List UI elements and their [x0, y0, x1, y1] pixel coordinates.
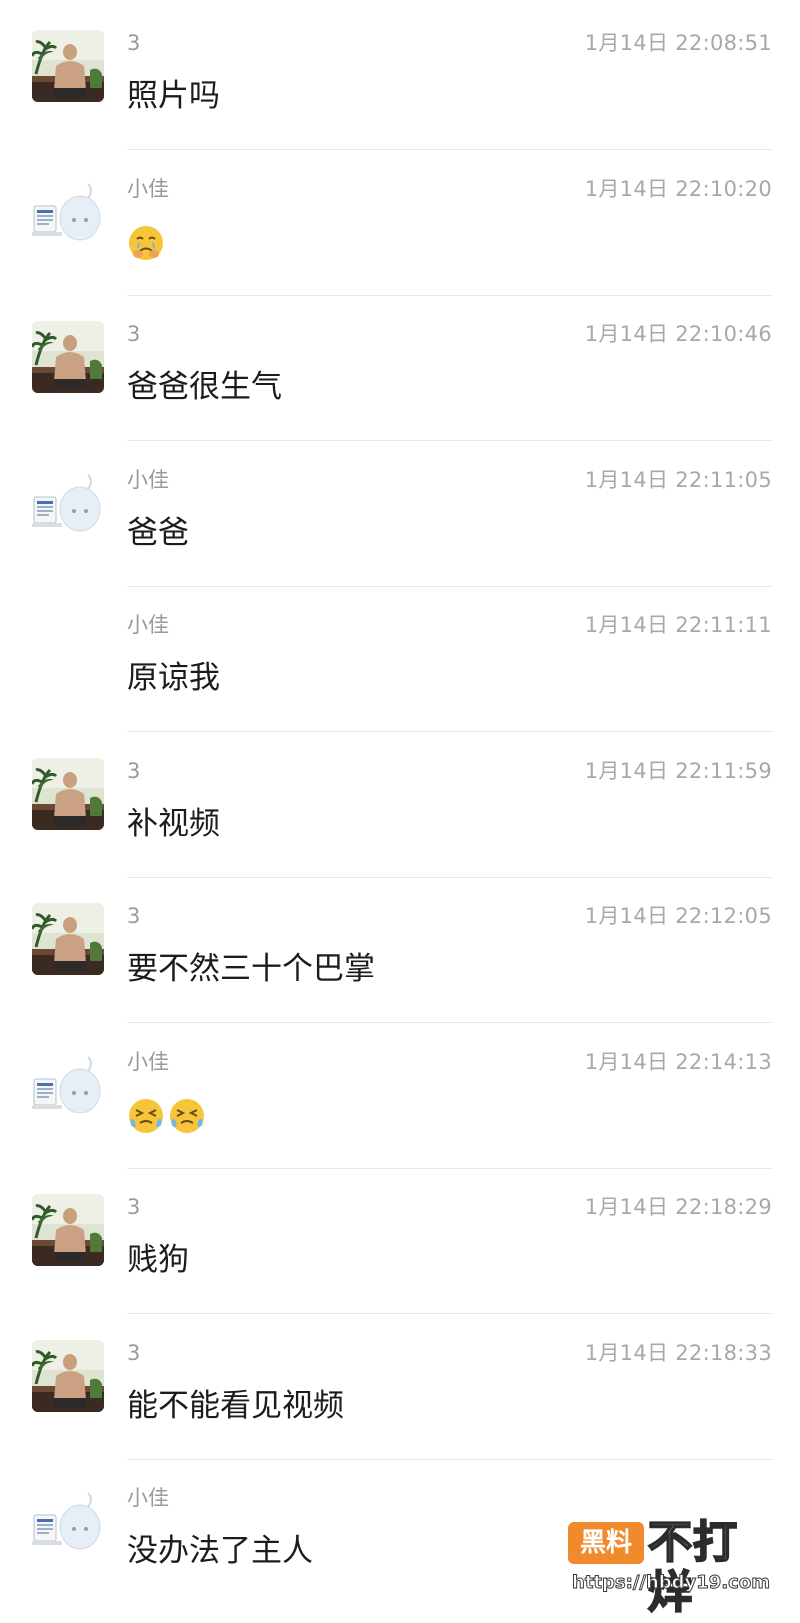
message-timestamp: 1月14日 22:14:13	[584, 1049, 772, 1074]
message-row[interactable]: 3 1月14日 22:11:59 补视频	[0, 728, 800, 878]
sender-name: 小佳	[127, 467, 169, 492]
sender-name: 3	[127, 758, 141, 783]
message-row[interactable]: 小佳 1月14日 22:10:20	[0, 146, 800, 296]
message-row[interactable]: 3 1月14日 22:08:51 照片吗	[0, 0, 800, 150]
cartoon-avatar[interactable]	[32, 1485, 104, 1557]
message-text: 没办法了主人	[127, 1533, 313, 1569]
message-row[interactable]: 小佳 1月14日 22:11:05 爸爸	[0, 437, 800, 587]
message-row[interactable]: 3 1月14日 22:10:46 爸爸很生气	[0, 291, 800, 441]
message-timestamp: 1月14日 22:18:33	[584, 1340, 772, 1365]
watermark: 黑料 不打烊 https://hbdy19.com	[568, 1516, 778, 1619]
message-timestamp: 1月14日 22:10:46	[584, 322, 772, 346]
cartoon-avatar[interactable]	[32, 1048, 104, 1121]
message-text: 爸爸很生气	[127, 369, 282, 405]
message-content: 爸爸	[127, 513, 189, 553]
man-avatar[interactable]	[32, 903, 104, 975]
message-text: 要不然三十个巴掌	[127, 951, 375, 987]
message-content: 补视频	[127, 804, 220, 844]
message-row[interactable]: 小佳 1月14日 22:11:11 原谅我	[0, 582, 800, 732]
message-timestamp: 1月14日 22:11:05	[584, 467, 772, 492]
message-content: 能不能看见视频	[127, 1386, 344, 1426]
message-timestamp: 1月14日 22:18:29	[584, 1195, 772, 1219]
sender-name: 小佳	[127, 1486, 169, 1510]
tearful-face-emoji	[127, 224, 165, 262]
man-avatar[interactable]	[32, 1194, 104, 1266]
message-content: 照片吗	[127, 76, 220, 116]
man-avatar[interactable]	[32, 321, 104, 393]
man-avatar[interactable]	[32, 30, 104, 102]
message-text: 爸爸	[127, 514, 189, 551]
message-content	[127, 1095, 209, 1136]
message-text: 照片吗	[127, 78, 220, 114]
sender-name: 3	[127, 904, 141, 928]
sender-name: 小佳	[127, 613, 169, 637]
crying-squint-face-emoji	[168, 1097, 206, 1135]
message-row[interactable]: 3 1月14日 22:18:33 能不能看见视频	[0, 1310, 800, 1460]
chat-history-list: 3 1月14日 22:08:51 照片吗 小佳 1月14日 22:10:20 3 1月1…	[0, 0, 800, 1623]
message-content: 爸爸很生气	[127, 367, 282, 407]
sender-name: 小佳	[127, 1049, 169, 1074]
message-row[interactable]: 小佳 1月14日 22:14:13	[0, 1019, 800, 1169]
message-text: 原谅我	[127, 660, 220, 696]
cartoon-avatar[interactable]	[32, 466, 104, 539]
sender-name: 3	[127, 1340, 141, 1365]
message-text: 补视频	[127, 805, 220, 842]
message-content: 原谅我	[127, 658, 220, 698]
message-text: 贱狗	[127, 1242, 189, 1278]
watermark-url: https://hbdy19.com	[572, 1572, 771, 1594]
sender-name: 3	[127, 1195, 141, 1219]
man-avatar[interactable]	[32, 757, 104, 830]
sender-name: 3	[127, 322, 141, 346]
sender-name: 3	[127, 31, 141, 55]
message-row[interactable]: 3 1月14日 22:18:29 贱狗	[0, 1164, 800, 1314]
message-timestamp: 1月14日 22:12:05	[584, 904, 772, 928]
message-timestamp: 1月14日 22:11:59	[584, 758, 772, 783]
watermark-badge: 黑料	[568, 1522, 644, 1564]
message-text: 能不能看见视频	[127, 1387, 344, 1424]
crying-squint-face-emoji	[127, 1097, 165, 1135]
watermark-title: 不打烊	[647, 1517, 738, 1619]
message-content: 贱狗	[127, 1240, 189, 1280]
message-row[interactable]: 3 1月14日 22:12:05 要不然三十个巴掌	[0, 873, 800, 1023]
cartoon-avatar[interactable]	[32, 175, 104, 248]
message-content: 没办法了主人	[127, 1531, 313, 1571]
message-timestamp: 1月14日 22:11:11	[584, 613, 772, 637]
man-avatar[interactable]	[32, 1339, 104, 1412]
sender-name: 小佳	[127, 176, 169, 201]
message-content: 要不然三十个巴掌	[127, 949, 375, 989]
message-content	[127, 222, 168, 263]
message-timestamp: 1月14日 22:08:51	[584, 31, 772, 55]
message-timestamp: 1月14日 22:10:20	[584, 176, 772, 201]
